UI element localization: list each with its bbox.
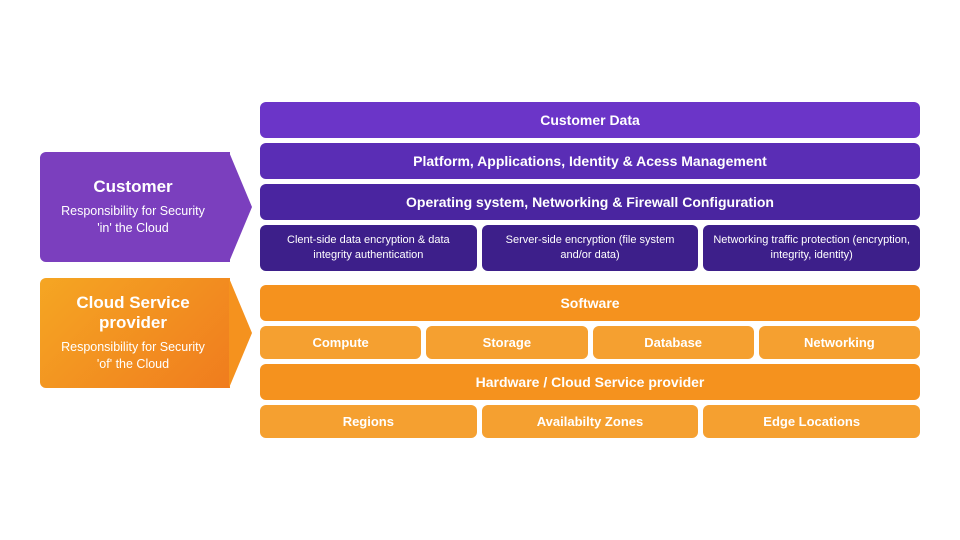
- provider-box: Cloud Service provider Responsibility fo…: [40, 278, 230, 388]
- compute-block: Compute: [260, 326, 421, 359]
- server-side-block: Server-side encryption (file system and/…: [482, 225, 699, 272]
- customer-title: Customer: [93, 177, 172, 197]
- edge-locations-block: Edge Locations: [703, 405, 920, 438]
- database-block: Database: [593, 326, 754, 359]
- networking-traffic-block: Networking traffic protection (encryptio…: [703, 225, 920, 272]
- left-panel: Customer Responsibility for Security 'in…: [40, 152, 230, 388]
- hardware-block: Hardware / Cloud Service provider: [260, 364, 920, 400]
- os-block: Operating system, Networking & Firewall …: [260, 184, 920, 220]
- regions-block: Regions: [260, 405, 477, 438]
- availability-zones-block: Availabilty Zones: [482, 405, 699, 438]
- diagram-container: Customer Responsibility for Security 'in…: [20, 82, 940, 459]
- provider-subtitle: Responsibility for Security 'of' the Clo…: [54, 339, 212, 374]
- regions-row: Regions Availabilty Zones Edge Locations: [260, 405, 920, 438]
- encryption-row: Clent-side data encryption & data integr…: [260, 225, 920, 272]
- networking-block: Networking: [759, 326, 920, 359]
- provider-title: Cloud Service provider: [54, 293, 212, 333]
- software-block: Software: [260, 285, 920, 321]
- divider: [260, 276, 920, 280]
- customer-subtitle: Responsibility for Security 'in' the Clo…: [54, 203, 212, 238]
- customer-data-block: Customer Data: [260, 102, 920, 138]
- client-side-block: Clent-side data encryption & data integr…: [260, 225, 477, 272]
- services-row: Compute Storage Database Networking: [260, 326, 920, 359]
- customer-box: Customer Responsibility for Security 'in…: [40, 152, 230, 262]
- platform-block: Platform, Applications, Identity & Acess…: [260, 143, 920, 179]
- right-panel: Customer Data Platform, Applications, Id…: [260, 102, 920, 439]
- storage-block: Storage: [426, 326, 587, 359]
